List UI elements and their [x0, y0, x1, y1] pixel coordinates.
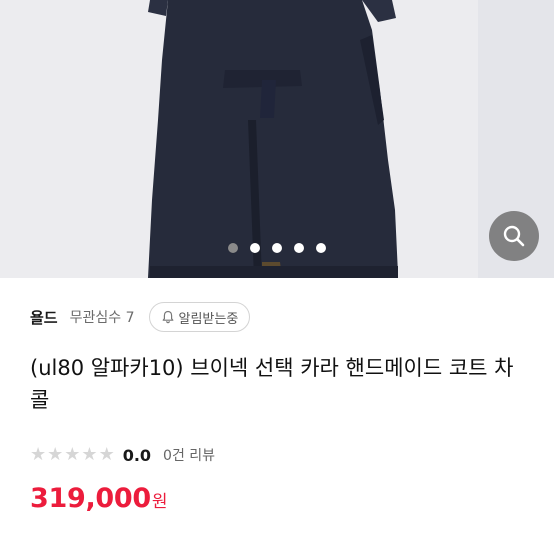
- seller-name[interactable]: 욜드: [30, 307, 58, 328]
- carousel-dots: [0, 243, 554, 257]
- seller-info: 욜드 무관심수 7 알림받는중: [30, 302, 251, 332]
- product-image[interactable]: [0, 0, 554, 278]
- carousel-dot[interactable]: [294, 243, 304, 253]
- review-count-link[interactable]: 0건 리뷰: [163, 445, 215, 465]
- carousel-dot[interactable]: [228, 243, 238, 253]
- seller-stat: 무관심수 7: [69, 310, 135, 326]
- star-icon: ★: [47, 444, 64, 465]
- coat-photo: [0, 0, 554, 278]
- rating: ★ ★ ★ ★ ★ 0.0 0건 리뷰: [30, 440, 215, 470]
- star-icon: ★: [81, 444, 98, 465]
- product-title: (ul80 알파카10) 브이넥 선택 카라 핸드메이드 코트 차콜: [30, 356, 514, 412]
- follow-button[interactable]: 알림받는중: [148, 302, 251, 332]
- bell-icon: [162, 310, 173, 324]
- search-icon: [503, 225, 525, 247]
- price-amount: 319,000: [30, 483, 151, 514]
- star-icon: ★: [98, 444, 115, 465]
- star-icon: ★: [64, 444, 81, 465]
- carousel-dot[interactable]: [272, 243, 282, 253]
- star-icon: ★: [30, 444, 47, 465]
- price: 319,000 원: [30, 483, 168, 523]
- zoom-button[interactable]: [489, 211, 539, 261]
- rating-score: 0.0: [122, 445, 152, 465]
- carousel-dot[interactable]: [316, 243, 326, 253]
- follow-button-label: 알림받는중: [178, 311, 239, 327]
- price-unit: 원: [151, 492, 168, 512]
- carousel-dot[interactable]: [250, 243, 260, 253]
- rating-stars: ★ ★ ★ ★ ★: [30, 446, 115, 464]
